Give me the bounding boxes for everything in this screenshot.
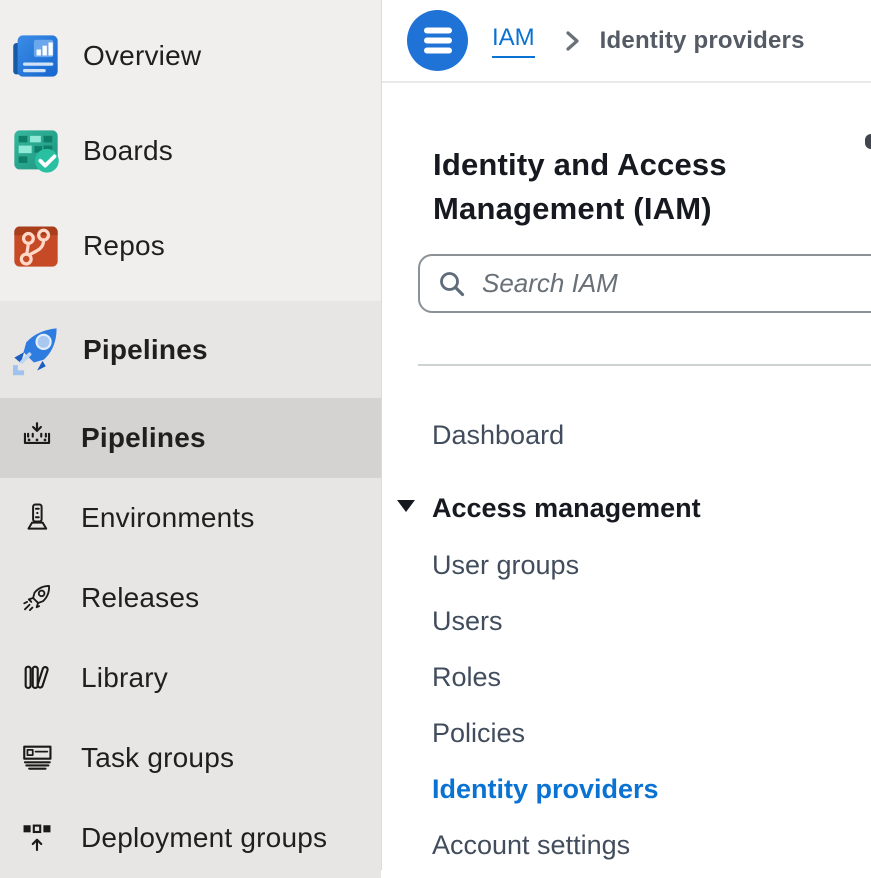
- sidebar-item-label: Environments: [81, 502, 255, 534]
- iam-panel: IAM Identity providers Identity and Acce…: [382, 0, 871, 870]
- sidebar-item-label: Task groups: [81, 742, 234, 774]
- breadcrumb-current: Identity providers: [600, 27, 805, 55]
- sidebar-item-label: Overview: [83, 40, 201, 72]
- sidebar-item-deployment-groups[interactable]: Deployment groups: [0, 798, 381, 878]
- hamburger-menu-icon: [407, 10, 468, 71]
- library-books-icon: [20, 661, 54, 695]
- sidebar-item-label: Pipelines: [83, 334, 208, 366]
- overview-icon: [10, 30, 62, 82]
- sidebar-item-environments[interactable]: Environments: [0, 478, 381, 558]
- environments-icon: [20, 501, 54, 535]
- sidebar-item-label: Pipelines: [81, 422, 206, 454]
- boards-icon: [10, 125, 62, 177]
- pipelines-section: Pipelines Pipelines: [0, 301, 381, 878]
- divider: [418, 364, 871, 366]
- deployment-groups-icon: [20, 821, 54, 855]
- nav-item-users[interactable]: Users: [432, 604, 503, 638]
- triangle-down-icon[interactable]: [397, 500, 415, 512]
- sidebar-item-label: Releases: [81, 582, 199, 614]
- nav-item-identity-providers[interactable]: Identity providers: [432, 772, 659, 806]
- sidebar-item-label: Boards: [83, 135, 173, 167]
- sidebar-item-library[interactable]: Library: [0, 638, 381, 718]
- close-panel-icon[interactable]: [865, 134, 871, 149]
- search-input[interactable]: [480, 267, 814, 300]
- sidebar-item-label: Library: [81, 662, 168, 694]
- repos-icon: [10, 220, 62, 272]
- iam-search-box[interactable]: [418, 254, 871, 313]
- sidebar-item-pipelines-hub[interactable]: Pipelines: [0, 301, 381, 398]
- hamburger-menu-button[interactable]: [407, 10, 468, 71]
- nav-item-account-settings[interactable]: Account settings: [432, 828, 630, 862]
- task-groups-icon: [20, 741, 54, 775]
- sidebar-item-overview[interactable]: Overview: [0, 8, 381, 103]
- breadcrumb-link-iam[interactable]: IAM: [492, 24, 535, 58]
- nav-item-user-groups[interactable]: User groups: [432, 548, 579, 582]
- sidebar-item-task-groups[interactable]: Task groups: [0, 718, 381, 798]
- releases-rocket-icon: [20, 581, 54, 615]
- search-icon: [438, 270, 465, 297]
- sidebar-item-repos[interactable]: Repos: [0, 198, 381, 293]
- nav-item-dashboard[interactable]: Dashboard: [432, 418, 564, 452]
- sidebar-item-boards[interactable]: Boards: [0, 103, 381, 198]
- nav-item-policies[interactable]: Policies: [432, 716, 525, 750]
- azure-devops-sidebar: Overview Boards: [0, 0, 382, 870]
- nav-section-access-management[interactable]: Access management: [432, 491, 701, 525]
- console-topbar: IAM Identity providers: [382, 0, 871, 83]
- nav-item-roles[interactable]: Roles: [432, 660, 501, 694]
- chevron-right-icon: [561, 29, 583, 53]
- sidebar-item-label: Repos: [83, 230, 165, 262]
- sidebar-item-label: Deployment groups: [81, 822, 327, 854]
- page-title: Identity and Access Management (IAM): [433, 143, 793, 231]
- sidebar-item-pipelines[interactable]: Pipelines: [0, 398, 381, 478]
- build-icon: [20, 421, 54, 455]
- pipelines-rocket-icon: [10, 324, 62, 376]
- sidebar-item-releases[interactable]: Releases: [0, 558, 381, 638]
